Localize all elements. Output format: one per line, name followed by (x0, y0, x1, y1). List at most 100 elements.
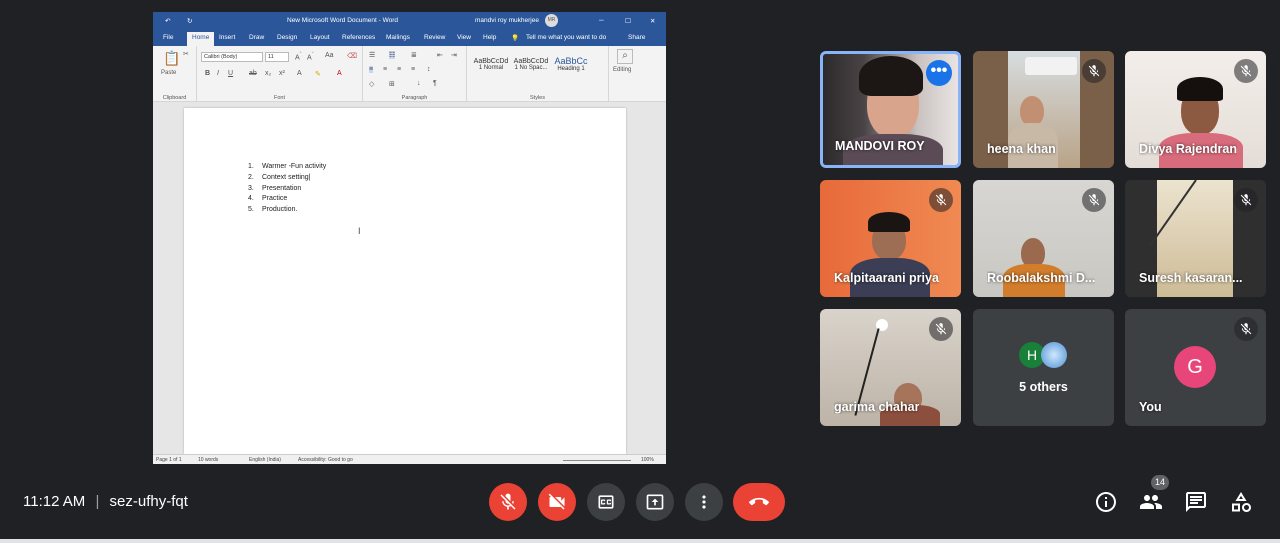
shading-icon[interactable]: ◇ (369, 80, 374, 88)
tab-view[interactable]: View (457, 34, 471, 41)
highlight-icon[interactable]: ✎ (315, 70, 321, 78)
multilevel-icon[interactable]: ≣ (411, 51, 417, 59)
style-heading-1[interactable]: AaBbCc Heading 1 (551, 54, 591, 82)
strikethrough-icon[interactable]: ab (249, 70, 257, 77)
list-item: 5. Production. (248, 206, 298, 214)
participant-tile-divya[interactable]: Divya Rajendran (1125, 51, 1266, 168)
subscript-icon[interactable]: x₂ (265, 70, 271, 77)
participant-tile-kalpitaarani[interactable]: Kalpitaarani priya (820, 180, 961, 297)
align-center-icon[interactable]: ≡ (383, 66, 387, 73)
participant-tile-roobalakshmi[interactable]: Roobalakshmi D... (973, 180, 1114, 297)
participant-face (1020, 96, 1044, 126)
more-options-icon[interactable]: ••• (926, 60, 952, 86)
mic-off-icon (1240, 323, 1252, 335)
meeting-details-button[interactable] (1094, 490, 1118, 514)
share-button[interactable]: Share (628, 34, 645, 41)
tab-references[interactable]: References (342, 34, 375, 41)
tab-help[interactable]: Help (483, 34, 496, 41)
font-name-select[interactable]: Calibri (Body) (201, 52, 263, 62)
tab-file[interactable]: File (163, 34, 173, 41)
tell-me-search[interactable]: Tell me what you want to do (526, 34, 606, 41)
participant-name: heena khan (987, 142, 1056, 156)
redo-icon[interactable]: ↻ (187, 17, 192, 25)
text-effects-icon[interactable]: A (297, 70, 302, 77)
leave-call-button[interactable] (733, 483, 785, 521)
word-status-bar: Page 1 of 1 10 words English (India) Acc… (153, 454, 666, 464)
people-button[interactable] (1139, 490, 1163, 514)
line-spacing-icon[interactable]: ↕ (427, 66, 431, 73)
justify-icon[interactable]: ≡ (411, 66, 415, 73)
italic-icon[interactable]: I (217, 70, 219, 77)
accessibility-status[interactable]: Accessibility: Good to go (298, 457, 353, 463)
page-count[interactable]: Page 1 of 1 (156, 457, 182, 463)
font-color-icon[interactable]: A (337, 70, 342, 77)
more-vert-icon (702, 495, 706, 509)
cut-icon[interactable]: ✂ (183, 50, 189, 58)
more-options-button[interactable] (685, 483, 723, 521)
mic-toggle-button[interactable] (489, 483, 527, 521)
find-icon[interactable]: ⌕ (617, 49, 633, 64)
decrease-indent-icon[interactable]: ⇤ (437, 51, 443, 59)
activities-button[interactable] (1229, 490, 1253, 514)
present-screen-button[interactable] (636, 483, 674, 521)
style-heading-sample: AaBbCc (554, 56, 588, 66)
paste-icon[interactable]: 📋 (163, 50, 180, 67)
chat-button[interactable] (1184, 490, 1208, 514)
numbering-icon[interactable]: ☷ (389, 51, 396, 59)
participant-tile-garima[interactable]: garima chahar (820, 309, 961, 426)
paste-label[interactable]: Paste (161, 70, 176, 76)
minimize-icon[interactable]: ─ (599, 17, 604, 24)
sort-icon[interactable]: ↓ (417, 80, 421, 87)
clear-format-icon[interactable]: ⌫ (347, 52, 357, 60)
undo-icon[interactable]: ↶ (165, 17, 170, 25)
align-left-icon[interactable]: ≡ (369, 66, 374, 73)
change-case-icon[interactable]: Aa (325, 52, 334, 59)
show-marks-icon[interactable]: ¶ (433, 80, 437, 87)
grow-font-icon[interactable]: Aˆ (295, 52, 302, 61)
participant-tile-others[interactable]: H 5 others (973, 309, 1114, 426)
participant-name: garima chahar (834, 400, 920, 414)
underline-icon[interactable]: U (228, 70, 233, 77)
participant-tile-suresh[interactable]: Suresh kasaran... (1125, 180, 1266, 297)
participant-name: Kalpitaarani priya (834, 271, 939, 285)
tab-review[interactable]: Review (424, 34, 445, 41)
mic-off-indicator (1082, 59, 1106, 83)
document-page[interactable]: 1. Warmer -Fun activity 2. Context setting… (184, 108, 626, 454)
meeting-code[interactable]: sez-ufhy-fqt (110, 493, 188, 510)
participant-tile-mandovi[interactable]: ••• MANDOVI ROY (820, 51, 961, 168)
style-no-spacing[interactable]: AaBbCcDd 1 No Spac... (511, 54, 551, 82)
word-count[interactable]: 10 words (198, 457, 218, 463)
bullets-icon[interactable]: ☰ (369, 51, 375, 59)
tab-layout[interactable]: Layout (310, 34, 330, 41)
zoom-level[interactable]: 100% (641, 457, 654, 463)
maximize-icon[interactable]: ☐ (625, 17, 631, 25)
list-item: 2. Context setting| (248, 173, 311, 181)
style-normal[interactable]: AaBbCcDd 1 Normal (471, 54, 511, 82)
increase-indent-icon[interactable]: ⇥ (451, 51, 457, 59)
tab-design[interactable]: Design (277, 34, 297, 41)
tab-mailings[interactable]: Mailings (386, 34, 410, 41)
participant-tile-heena[interactable]: heena khan (973, 51, 1114, 168)
tab-draw[interactable]: Draw (249, 34, 264, 41)
bold-icon[interactable]: B (205, 70, 210, 77)
superscript-icon[interactable]: x² (279, 70, 285, 77)
captions-button[interactable] (587, 483, 625, 521)
font-size-select[interactable]: 11 (265, 52, 289, 62)
language[interactable]: English (India) (249, 457, 281, 463)
align-right-icon[interactable]: ≡ (397, 66, 401, 73)
clipboard-label: Clipboard (162, 95, 187, 101)
participant-name: Divya Rajendran (1139, 142, 1237, 156)
zoom-slider[interactable] (563, 460, 631, 461)
mic-off-indicator (1082, 188, 1106, 212)
participant-tile-you[interactable]: G You (1125, 309, 1266, 426)
editing-label[interactable]: Editing (613, 67, 631, 73)
call-end-icon (749, 497, 769, 506)
tab-insert[interactable]: Insert (219, 34, 235, 41)
shrink-font-icon[interactable]: Aˇ (307, 52, 314, 61)
borders-icon[interactable]: ⊞ (389, 80, 395, 88)
styles-group: AaBbCcDd 1 Normal AaBbCcDd 1 No Spac... … (467, 46, 609, 102)
camera-off-icon (548, 493, 565, 510)
camera-toggle-button[interactable] (538, 483, 576, 521)
close-icon[interactable]: ✕ (650, 17, 655, 25)
tab-home[interactable]: Home (187, 32, 215, 46)
